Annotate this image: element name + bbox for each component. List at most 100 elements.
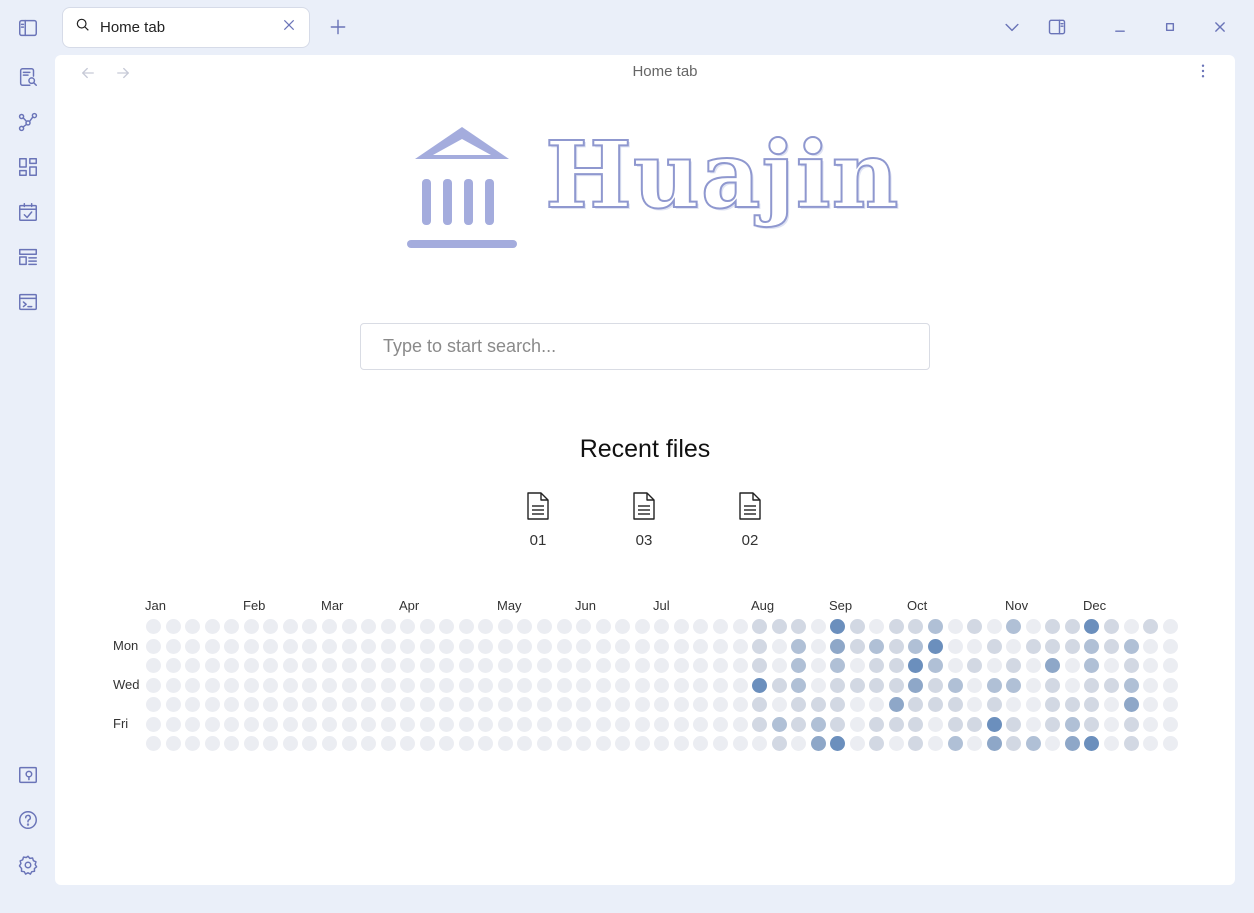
heatmap-cell[interactable] bbox=[1143, 677, 1159, 693]
heatmap-cell[interactable] bbox=[380, 736, 396, 752]
heatmap-cell[interactable] bbox=[1006, 619, 1022, 634]
heatmap-cell[interactable] bbox=[263, 619, 279, 634]
heatmap-cell[interactable] bbox=[732, 619, 748, 634]
heatmap-cell[interactable] bbox=[341, 736, 357, 752]
heatmap-cell[interactable] bbox=[810, 638, 826, 654]
dashboard-icon[interactable] bbox=[14, 153, 42, 181]
more-options-icon[interactable] bbox=[1193, 61, 1213, 81]
heatmap-cell[interactable] bbox=[1045, 736, 1061, 752]
heatmap-cell[interactable] bbox=[908, 736, 924, 752]
heatmap-cell[interactable] bbox=[1103, 619, 1119, 634]
heatmap-cell[interactable] bbox=[458, 658, 474, 674]
heatmap-cell[interactable] bbox=[1143, 658, 1159, 674]
heatmap-cell[interactable] bbox=[634, 716, 650, 732]
heatmap-cell[interactable] bbox=[1162, 677, 1178, 693]
heatmap-cell[interactable] bbox=[1162, 716, 1178, 732]
heatmap-cell[interactable] bbox=[1064, 677, 1080, 693]
heatmap-cell[interactable] bbox=[380, 697, 396, 713]
heatmap-cell[interactable] bbox=[830, 638, 846, 654]
heatmap-cell[interactable] bbox=[810, 716, 826, 732]
heatmap-cell[interactable] bbox=[380, 619, 396, 634]
heatmap-cell[interactable] bbox=[928, 619, 943, 634]
heatmap-cell[interactable] bbox=[752, 619, 768, 634]
heatmap-cell[interactable] bbox=[732, 716, 748, 732]
heatmap-cell[interactable] bbox=[458, 697, 474, 713]
heatmap-cell[interactable] bbox=[419, 638, 435, 654]
heatmap-cell[interactable] bbox=[537, 619, 552, 634]
heatmap-cell[interactable] bbox=[712, 736, 728, 752]
heatmap-cell[interactable] bbox=[967, 638, 983, 654]
heatmap-cell[interactable] bbox=[752, 736, 768, 752]
heatmap-cell[interactable] bbox=[673, 677, 689, 693]
heatmap-cell[interactable] bbox=[1025, 638, 1041, 654]
heatmap-cell[interactable] bbox=[282, 697, 298, 713]
heatmap-cell[interactable] bbox=[673, 716, 689, 732]
heatmap-cell[interactable] bbox=[361, 619, 377, 634]
heatmap-cell[interactable] bbox=[673, 697, 689, 713]
heatmap-cell[interactable] bbox=[732, 658, 748, 674]
heatmap-cell[interactable] bbox=[400, 677, 416, 693]
heatmap-cell[interactable] bbox=[439, 677, 455, 693]
heatmap-cell[interactable] bbox=[419, 716, 435, 732]
heatmap-cell[interactable] bbox=[497, 677, 513, 693]
heatmap-cell[interactable] bbox=[673, 638, 689, 654]
heatmap-cell[interactable] bbox=[1025, 736, 1041, 752]
heatmap-cell[interactable] bbox=[712, 677, 728, 693]
heatmap-cell[interactable] bbox=[224, 716, 240, 732]
sidebar-toggle-icon[interactable] bbox=[14, 14, 42, 42]
heatmap-cell[interactable] bbox=[439, 619, 455, 634]
heatmap-cell[interactable] bbox=[928, 638, 943, 654]
heatmap-cell[interactable] bbox=[615, 658, 631, 674]
heatmap-cell[interactable] bbox=[634, 658, 650, 674]
heatmap-cell[interactable] bbox=[185, 658, 201, 674]
chevron-down-icon[interactable] bbox=[999, 14, 1025, 40]
heatmap-cell[interactable] bbox=[967, 697, 983, 713]
heatmap-cell[interactable] bbox=[263, 736, 279, 752]
heatmap-cell[interactable] bbox=[752, 638, 768, 654]
heatmap-cell[interactable] bbox=[478, 638, 494, 654]
heatmap-cell[interactable] bbox=[1143, 638, 1159, 654]
heatmap-cell[interactable] bbox=[810, 677, 826, 693]
heatmap-cell[interactable] bbox=[1064, 697, 1080, 713]
heatmap-cell[interactable] bbox=[888, 697, 904, 713]
heatmap-cell[interactable] bbox=[439, 736, 455, 752]
heatmap-cell[interactable] bbox=[556, 658, 572, 674]
heatmap-cell[interactable] bbox=[888, 619, 904, 634]
heatmap-cell[interactable] bbox=[712, 638, 728, 654]
heatmap-cell[interactable] bbox=[400, 658, 416, 674]
heatmap-cell[interactable] bbox=[361, 638, 377, 654]
heatmap-cell[interactable] bbox=[302, 697, 318, 713]
heatmap-cell[interactable] bbox=[888, 677, 904, 693]
heatmap-cell[interactable] bbox=[537, 697, 552, 713]
heatmap-cell[interactable] bbox=[810, 619, 826, 634]
heatmap-cell[interactable] bbox=[517, 638, 533, 654]
heatmap-cell[interactable] bbox=[243, 619, 259, 634]
heatmap-cell[interactable] bbox=[517, 677, 533, 693]
heatmap-cell[interactable] bbox=[947, 638, 963, 654]
heatmap-cell[interactable] bbox=[752, 658, 768, 674]
help-icon[interactable] bbox=[14, 806, 42, 834]
search-input[interactable] bbox=[360, 323, 930, 370]
heatmap-cell[interactable] bbox=[361, 697, 377, 713]
heatmap-cell[interactable] bbox=[361, 716, 377, 732]
heatmap-cell[interactable] bbox=[517, 716, 533, 732]
heatmap-cell[interactable] bbox=[654, 619, 670, 634]
heatmap-cell[interactable] bbox=[732, 638, 748, 654]
heatmap-cell[interactable] bbox=[634, 619, 650, 634]
heatmap-cell[interactable] bbox=[282, 658, 298, 674]
heatmap-cell[interactable] bbox=[869, 736, 885, 752]
heatmap-cell[interactable] bbox=[771, 677, 787, 693]
heatmap-cell[interactable] bbox=[986, 716, 1002, 732]
heatmap-cell[interactable] bbox=[419, 619, 435, 634]
heatmap-cell[interactable] bbox=[439, 697, 455, 713]
heatmap-cell[interactable] bbox=[478, 677, 494, 693]
heatmap-cell[interactable] bbox=[888, 638, 904, 654]
heatmap-cell[interactable] bbox=[1103, 736, 1119, 752]
heatmap-cell[interactable] bbox=[1045, 697, 1061, 713]
heatmap-cell[interactable] bbox=[419, 677, 435, 693]
heatmap-cell[interactable] bbox=[1103, 716, 1119, 732]
heatmap-cell[interactable] bbox=[1064, 638, 1080, 654]
heatmap-cell[interactable] bbox=[224, 736, 240, 752]
heatmap-cell[interactable] bbox=[243, 697, 259, 713]
heatmap-cell[interactable] bbox=[224, 677, 240, 693]
